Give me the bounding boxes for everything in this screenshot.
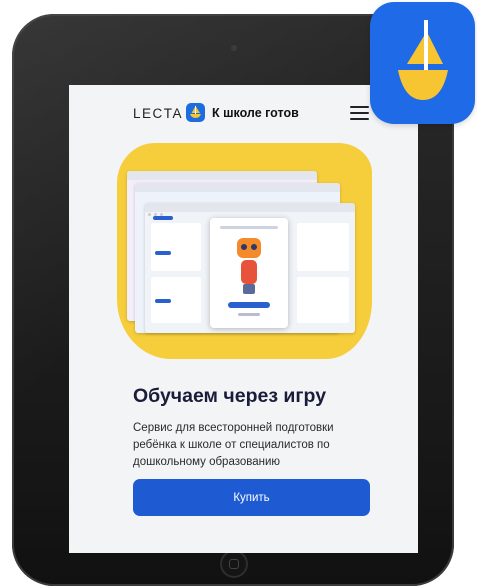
home-button[interactable]	[220, 550, 248, 578]
sailboat-app-icon[interactable]	[370, 2, 475, 124]
hamburger-menu-icon[interactable]	[350, 106, 369, 120]
product-name: К школе готов	[212, 106, 299, 120]
camera-icon	[231, 45, 237, 51]
sailboat-logo-icon	[186, 103, 205, 122]
buy-button[interactable]: Купить	[133, 479, 370, 516]
robot-body	[241, 260, 257, 284]
mini-card	[151, 277, 201, 323]
modal-link	[238, 313, 260, 316]
site-header: LECTA К школе готов	[69, 85, 418, 143]
home-square-icon	[229, 559, 239, 569]
mini-card	[297, 223, 349, 271]
mini-tab	[153, 216, 173, 220]
lecta-logo-text[interactable]: LECTA	[133, 106, 183, 121]
modal-button	[228, 302, 270, 308]
tablet-screen: LECTA К школе готов Обучаем через игру С…	[69, 85, 418, 553]
mini-card	[151, 223, 201, 271]
hero-illustration	[117, 143, 372, 359]
hero-description: Сервис для всесторонней подготовки ребён…	[133, 422, 334, 468]
robot-head	[237, 238, 261, 258]
robot-legs	[243, 284, 255, 294]
mini-card	[297, 277, 349, 323]
modal-robot-dialog	[210, 218, 288, 328]
hero-title: Обучаем через игру	[133, 385, 327, 407]
